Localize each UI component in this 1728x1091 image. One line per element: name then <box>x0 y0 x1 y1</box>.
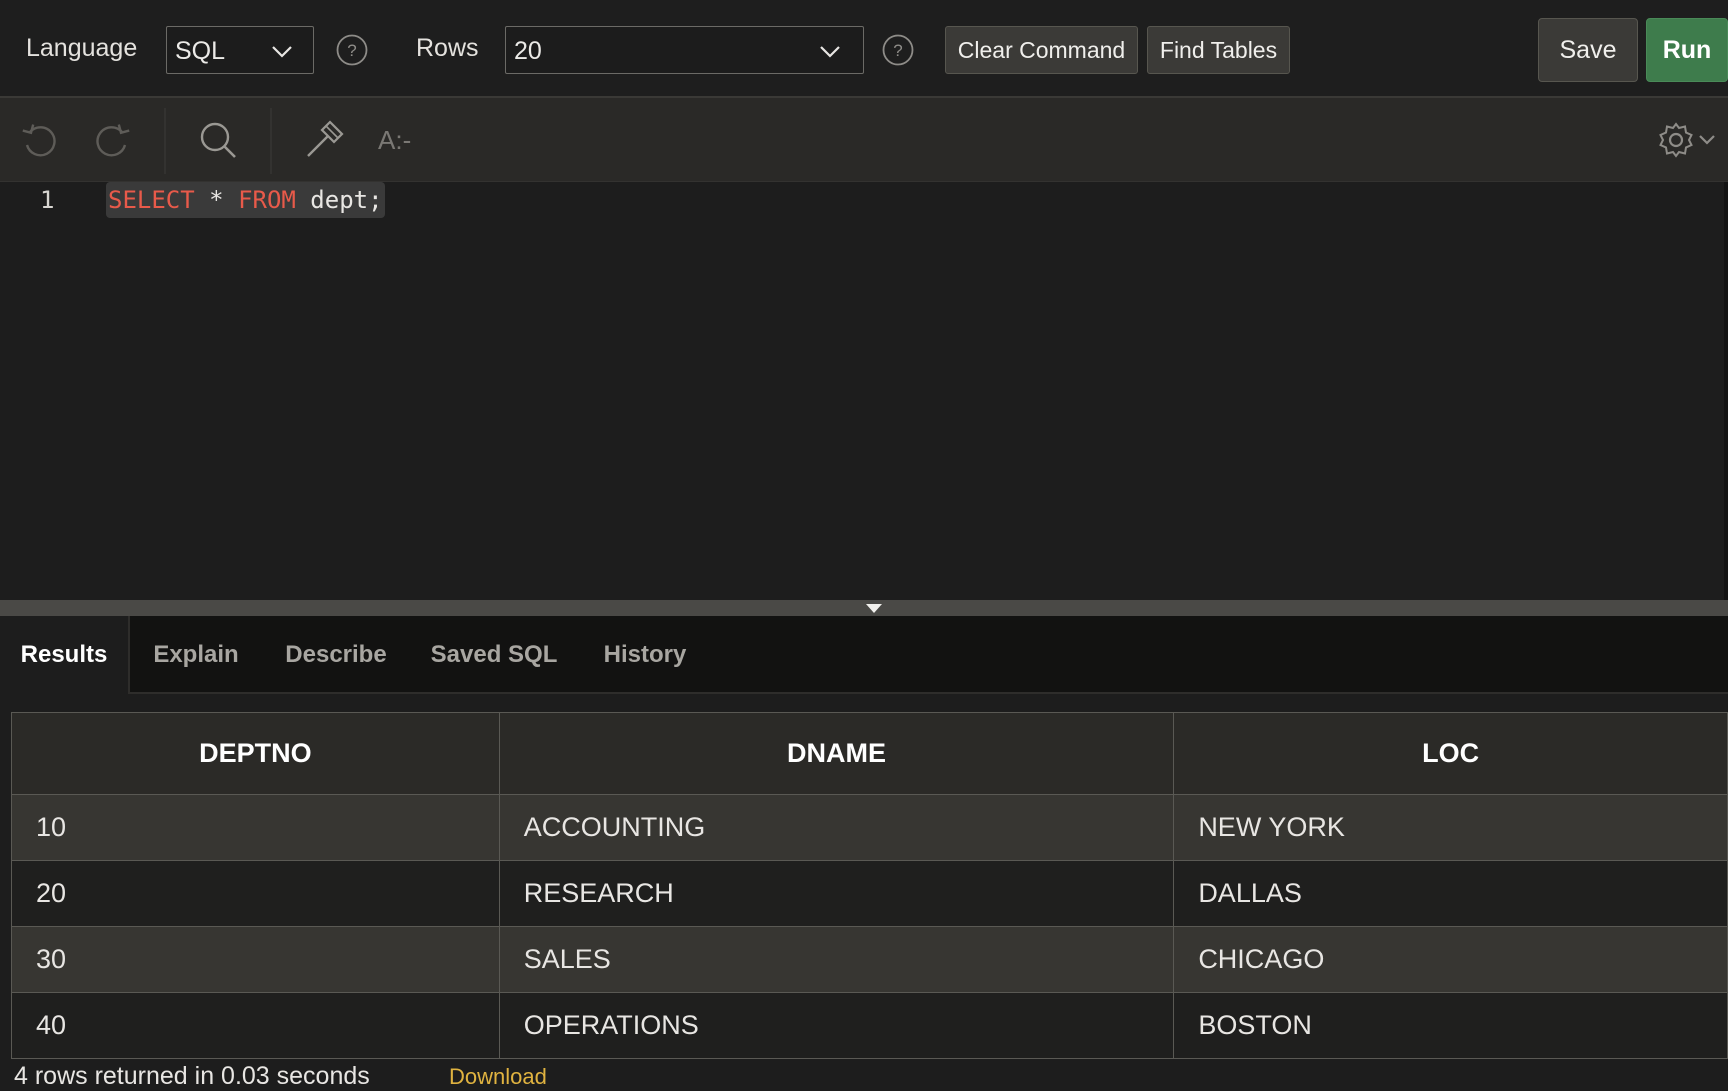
table-cell: OPERATIONS <box>498 992 1175 1059</box>
column-header-dname[interactable]: DNAME <box>498 712 1175 795</box>
language-help-icon[interactable]: ? <box>336 34 368 66</box>
rows-returned-status: 4 rows returned in 0.03 seconds <box>14 1062 370 1090</box>
table-row: 10 ACCOUNTING NEW YORK <box>11 794 1728 861</box>
text-format-label: A:- <box>378 125 411 155</box>
download-link[interactable]: Download <box>449 1064 547 1090</box>
table-cell: 10 <box>11 794 500 861</box>
table-cell: RESEARCH <box>498 860 1175 927</box>
table-row: 20 RESEARCH DALLAS <box>11 860 1728 927</box>
column-header-loc[interactable]: LOC <box>1173 712 1728 795</box>
rows-select-value: 20 <box>514 37 542 65</box>
code-line[interactable]: SELECT * FROM dept; <box>106 182 385 218</box>
pane-splitter[interactable] <box>0 600 1728 616</box>
text-format-icon[interactable]: A:- <box>374 118 422 162</box>
rows-label: Rows <box>416 34 479 62</box>
table-cell: BOSTON <box>1173 992 1728 1059</box>
settings-menu-icon[interactable] <box>1654 118 1720 162</box>
toolbar-divider <box>164 108 166 174</box>
find-tables-button[interactable]: Find Tables <box>1147 26 1290 74</box>
hammer-icon[interactable] <box>302 118 346 162</box>
results-tabs: Results Explain Describe Saved SQL Histo… <box>0 616 1728 694</box>
results-pane: DEPTNO DNAME LOC 10 ACCOUNTING NEW YORK … <box>0 694 1728 1090</box>
table-cell: ACCOUNTING <box>498 794 1175 861</box>
redo-icon[interactable] <box>90 118 134 162</box>
svg-text:?: ? <box>347 41 356 60</box>
gear-icon <box>1659 122 1693 158</box>
collapse-arrow-icon[interactable] <box>866 604 882 613</box>
chevron-down-icon <box>1699 135 1715 145</box>
table-cell: 40 <box>11 992 500 1059</box>
language-select[interactable]: SQL <box>166 26 314 74</box>
rows-select[interactable]: 20 <box>505 26 864 74</box>
tab-history[interactable]: History <box>590 616 700 694</box>
search-icon[interactable] <box>196 118 240 162</box>
svg-text:?: ? <box>893 41 902 60</box>
chevron-down-icon <box>272 46 292 58</box>
command-toolbar: Language SQL ? Rows 20 ? Clear Command F… <box>0 0 1728 98</box>
table-row: 30 SALES CHICAGO <box>11 926 1728 993</box>
save-button[interactable]: Save <box>1538 18 1638 82</box>
table-cell: NEW YORK <box>1173 794 1728 861</box>
sql-operator: * <box>194 186 239 214</box>
table-cell: CHICAGO <box>1173 926 1728 993</box>
toolbar-divider <box>270 108 272 174</box>
table-cell: SALES <box>498 926 1175 993</box>
table-cell: 20 <box>11 860 500 927</box>
column-header-deptno[interactable]: DEPTNO <box>11 712 500 795</box>
sql-keyword: SELECT <box>108 186 195 214</box>
chevron-down-icon <box>820 46 840 58</box>
tab-results[interactable]: Results <box>0 616 130 694</box>
language-label: Language <box>26 34 138 62</box>
run-button[interactable]: Run <box>1646 18 1728 82</box>
tab-describe[interactable]: Describe <box>270 616 402 694</box>
table-cell: DALLAS <box>1173 860 1728 927</box>
code-editor[interactable]: 1 SELECT * FROM dept; <box>0 182 1728 600</box>
editor-scrollbar[interactable] <box>1724 182 1728 600</box>
undo-icon[interactable] <box>18 118 62 162</box>
sql-keyword: FROM <box>238 186 296 214</box>
clear-command-button[interactable]: Clear Command <box>945 26 1138 74</box>
rows-help-icon[interactable]: ? <box>882 34 914 66</box>
table-header-row: DEPTNO DNAME LOC <box>11 712 1728 795</box>
sql-identifier: dept; <box>295 186 383 214</box>
line-number: 1 <box>40 186 55 214</box>
results-table: DEPTNO DNAME LOC 10 ACCOUNTING NEW YORK … <box>11 712 1728 1059</box>
editor-toolbar: A:- <box>0 98 1728 182</box>
table-cell: 30 <box>11 926 500 993</box>
language-select-value: SQL <box>175 37 226 65</box>
tab-explain[interactable]: Explain <box>140 616 252 694</box>
table-row: 40 OPERATIONS BOSTON <box>11 992 1728 1059</box>
tab-saved-sql[interactable]: Saved SQL <box>418 616 570 694</box>
